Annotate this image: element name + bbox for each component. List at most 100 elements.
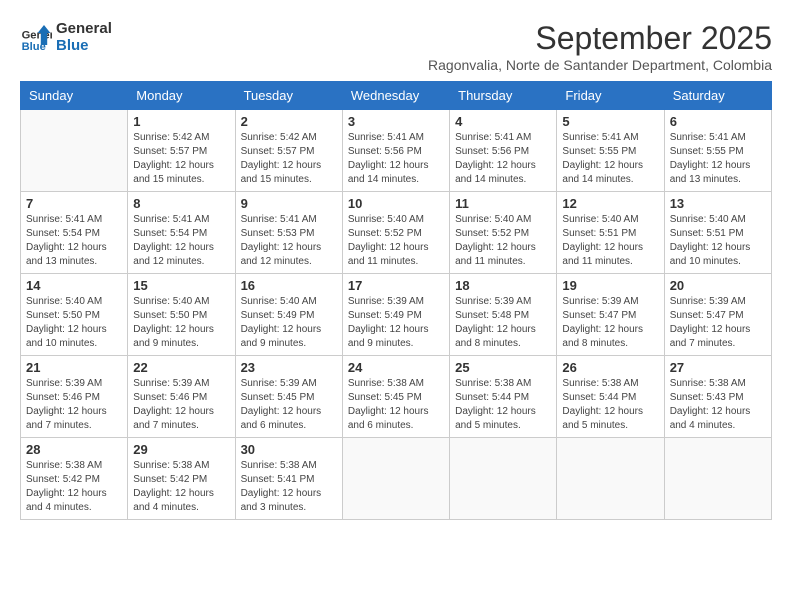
day-cell: 6 Sunrise: 5:41 AM Sunset: 5:55 PM Daylig… bbox=[664, 110, 771, 192]
day-info: Sunrise: 5:39 AM Sunset: 5:49 PM Dayligh… bbox=[348, 295, 444, 351]
day-number: 17 bbox=[348, 278, 444, 293]
day-number: 4 bbox=[455, 114, 551, 129]
day-number: 14 bbox=[26, 278, 122, 293]
day-cell: 5 Sunrise: 5:41 AM Sunset: 5:55 PM Daylig… bbox=[557, 110, 664, 192]
day-info: Sunrise: 5:39 AM Sunset: 5:47 PM Dayligh… bbox=[670, 295, 766, 351]
day-info: Sunrise: 5:39 AM Sunset: 5:45 PM Dayligh… bbox=[241, 377, 337, 433]
day-cell: 29 Sunrise: 5:38 AM Sunset: 5:42 PM Dayli… bbox=[128, 438, 235, 520]
day-number: 7 bbox=[26, 196, 122, 211]
day-cell: 24 Sunrise: 5:38 AM Sunset: 5:45 PM Dayli… bbox=[342, 356, 449, 438]
day-number: 20 bbox=[670, 278, 766, 293]
day-number: 22 bbox=[133, 360, 229, 375]
subtitle: Ragonvalia, Norte de Santander Departmen… bbox=[428, 57, 772, 73]
day-cell: 19 Sunrise: 5:39 AM Sunset: 5:47 PM Dayli… bbox=[557, 274, 664, 356]
day-number: 12 bbox=[562, 196, 658, 211]
day-number: 16 bbox=[241, 278, 337, 293]
day-cell: 20 Sunrise: 5:39 AM Sunset: 5:47 PM Dayli… bbox=[664, 274, 771, 356]
header-thursday: Thursday bbox=[450, 82, 557, 110]
day-cell: 17 Sunrise: 5:39 AM Sunset: 5:49 PM Dayli… bbox=[342, 274, 449, 356]
day-number: 13 bbox=[670, 196, 766, 211]
day-info: Sunrise: 5:41 AM Sunset: 5:54 PM Dayligh… bbox=[26, 213, 122, 269]
day-info: Sunrise: 5:42 AM Sunset: 5:57 PM Dayligh… bbox=[241, 131, 337, 187]
day-cell: 25Sunrise: 5:38 AM Sunset: 5:44 PM Dayli… bbox=[450, 356, 557, 438]
week-row-1: 7 Sunrise: 5:41 AM Sunset: 5:54 PM Daylig… bbox=[21, 192, 772, 274]
logo: General Blue General Blue bbox=[20, 20, 112, 54]
day-cell bbox=[21, 110, 128, 192]
header-friday: Friday bbox=[557, 82, 664, 110]
page-header: General Blue General Blue September 2025… bbox=[20, 20, 772, 73]
day-cell: 23 Sunrise: 5:39 AM Sunset: 5:45 PM Dayli… bbox=[235, 356, 342, 438]
logo-general: General bbox=[56, 20, 112, 37]
logo-blue: Blue bbox=[56, 37, 112, 54]
day-number: 3 bbox=[348, 114, 444, 129]
day-number: 28 bbox=[26, 442, 122, 457]
day-number: 21 bbox=[26, 360, 122, 375]
day-info: Sunrise: 5:39 AM Sunset: 5:48 PM Dayligh… bbox=[455, 295, 551, 351]
day-cell bbox=[450, 438, 557, 520]
day-info: Sunrise: 5:40 AM Sunset: 5:51 PM Dayligh… bbox=[670, 213, 766, 269]
day-number: 5 bbox=[562, 114, 658, 129]
calendar-header-row: SundayMondayTuesdayWednesdayThursdayFrid… bbox=[21, 82, 772, 110]
day-cell: 26Sunrise: 5:38 AM Sunset: 5:44 PM Dayli… bbox=[557, 356, 664, 438]
day-number: 27 bbox=[670, 360, 766, 375]
day-info: Sunrise: 5:41 AM Sunset: 5:56 PM Dayligh… bbox=[455, 131, 551, 187]
day-number: 15 bbox=[133, 278, 229, 293]
day-cell: 1 Sunrise: 5:42 AM Sunset: 5:57 PM Daylig… bbox=[128, 110, 235, 192]
day-info: Sunrise: 5:40 AM Sunset: 5:52 PM Dayligh… bbox=[348, 213, 444, 269]
day-info: Sunrise: 5:40 AM Sunset: 5:50 PM Dayligh… bbox=[133, 295, 229, 351]
day-info: Sunrise: 5:40 AM Sunset: 5:50 PM Dayligh… bbox=[26, 295, 122, 351]
week-row-4: 28 Sunrise: 5:38 AM Sunset: 5:42 PM Dayli… bbox=[21, 438, 772, 520]
day-info: Sunrise: 5:38 AM Sunset: 5:44 PM Dayligh… bbox=[562, 377, 658, 433]
day-cell: 13 Sunrise: 5:40 AM Sunset: 5:51 PM Dayli… bbox=[664, 192, 771, 274]
day-cell: 7 Sunrise: 5:41 AM Sunset: 5:54 PM Daylig… bbox=[21, 192, 128, 274]
day-number: 19 bbox=[562, 278, 658, 293]
day-info: Sunrise: 5:39 AM Sunset: 5:46 PM Dayligh… bbox=[133, 377, 229, 433]
day-number: 1 bbox=[133, 114, 229, 129]
day-number: 2 bbox=[241, 114, 337, 129]
day-info: Sunrise: 5:41 AM Sunset: 5:53 PM Dayligh… bbox=[241, 213, 337, 269]
day-number: 8 bbox=[133, 196, 229, 211]
day-cell: 28 Sunrise: 5:38 AM Sunset: 5:42 PM Dayli… bbox=[21, 438, 128, 520]
day-cell: 21Sunrise: 5:39 AM Sunset: 5:46 PM Dayli… bbox=[21, 356, 128, 438]
day-info: Sunrise: 5:40 AM Sunset: 5:52 PM Dayligh… bbox=[455, 213, 551, 269]
day-info: Sunrise: 5:38 AM Sunset: 5:41 PM Dayligh… bbox=[241, 459, 337, 515]
day-cell: 22 Sunrise: 5:39 AM Sunset: 5:46 PM Dayli… bbox=[128, 356, 235, 438]
day-cell: 18 Sunrise: 5:39 AM Sunset: 5:48 PM Dayli… bbox=[450, 274, 557, 356]
day-number: 23 bbox=[241, 360, 337, 375]
day-number: 30 bbox=[241, 442, 337, 457]
header-saturday: Saturday bbox=[664, 82, 771, 110]
day-info: Sunrise: 5:41 AM Sunset: 5:54 PM Dayligh… bbox=[133, 213, 229, 269]
day-number: 10 bbox=[348, 196, 444, 211]
day-cell: 27 Sunrise: 5:38 AM Sunset: 5:43 PM Dayli… bbox=[664, 356, 771, 438]
day-info: Sunrise: 5:38 AM Sunset: 5:43 PM Dayligh… bbox=[670, 377, 766, 433]
day-number: 29 bbox=[133, 442, 229, 457]
day-cell: 8 Sunrise: 5:41 AM Sunset: 5:54 PM Daylig… bbox=[128, 192, 235, 274]
day-cell: 9 Sunrise: 5:41 AM Sunset: 5:53 PM Daylig… bbox=[235, 192, 342, 274]
day-info: Sunrise: 5:41 AM Sunset: 5:55 PM Dayligh… bbox=[562, 131, 658, 187]
day-info: Sunrise: 5:39 AM Sunset: 5:47 PM Dayligh… bbox=[562, 295, 658, 351]
day-number: 24 bbox=[348, 360, 444, 375]
day-cell bbox=[557, 438, 664, 520]
day-info: Sunrise: 5:41 AM Sunset: 5:56 PM Dayligh… bbox=[348, 131, 444, 187]
day-info: Sunrise: 5:38 AM Sunset: 5:45 PM Dayligh… bbox=[348, 377, 444, 433]
day-number: 9 bbox=[241, 196, 337, 211]
day-cell: 4 Sunrise: 5:41 AM Sunset: 5:56 PM Daylig… bbox=[450, 110, 557, 192]
week-row-3: 21 Sunrise: 5:39 AM Sunset: 5:46 PM Dayli… bbox=[21, 356, 772, 438]
day-number: 25 bbox=[455, 360, 551, 375]
week-row-2: 14 Sunrise: 5:40 AM Sunset: 5:50 PM Dayli… bbox=[21, 274, 772, 356]
calendar-table: SundayMondayTuesdayWednesdayThursdayFrid… bbox=[20, 81, 772, 520]
day-info: Sunrise: 5:41 AM Sunset: 5:55 PM Dayligh… bbox=[670, 131, 766, 187]
day-info: Sunrise: 5:38 AM Sunset: 5:42 PM Dayligh… bbox=[133, 459, 229, 515]
header-monday: Monday bbox=[128, 82, 235, 110]
day-info: Sunrise: 5:42 AM Sunset: 5:57 PM Dayligh… bbox=[133, 131, 229, 187]
day-cell bbox=[664, 438, 771, 520]
day-info: Sunrise: 5:40 AM Sunset: 5:51 PM Dayligh… bbox=[562, 213, 658, 269]
day-number: 18 bbox=[455, 278, 551, 293]
header-tuesday: Tuesday bbox=[235, 82, 342, 110]
day-info: Sunrise: 5:38 AM Sunset: 5:42 PM Dayligh… bbox=[26, 459, 122, 515]
day-cell: 30 Sunrise: 5:38 AM Sunset: 5:41 PM Dayli… bbox=[235, 438, 342, 520]
day-number: 6 bbox=[670, 114, 766, 129]
day-cell: 15 Sunrise: 5:40 AM Sunset: 5:50 PM Dayli… bbox=[128, 274, 235, 356]
day-cell: 3 Sunrise: 5:41 AM Sunset: 5:56 PM Daylig… bbox=[342, 110, 449, 192]
day-number: 11 bbox=[455, 196, 551, 211]
